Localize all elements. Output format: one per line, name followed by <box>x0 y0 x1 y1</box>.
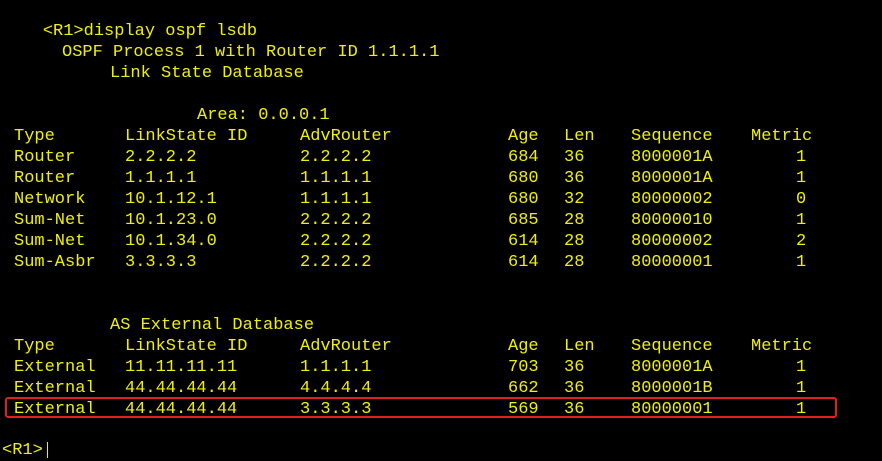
table-row: Sum-Asbr 3.3.3.3 2.2.2.2 614 28 80000001… <box>0 252 882 273</box>
column-header-age: Age <box>508 127 539 146</box>
cell-sequence: 80000002 <box>631 232 713 251</box>
cell-type: External <box>14 379 96 398</box>
cell-len: 28 <box>564 211 585 230</box>
external-table-header: Type LinkState ID AdvRouter Age Len Sequ… <box>0 336 882 357</box>
column-header-metric: Metric <box>751 127 813 146</box>
cell-advrouter: 2.2.2.2 <box>300 253 372 272</box>
cell-len: 36 <box>564 148 585 167</box>
cell-sequence: 8000001B <box>631 379 713 398</box>
cell-metric: 2 <box>796 232 807 251</box>
cell-linkstate-id: 11.11.11.11 <box>125 358 238 377</box>
cell-age: 614 <box>508 253 539 272</box>
cell-metric: 0 <box>796 190 807 209</box>
column-header-linkstate-id: LinkState ID <box>125 127 248 146</box>
cell-len: 36 <box>564 358 585 377</box>
cell-linkstate-id: 10.1.23.0 <box>125 211 217 230</box>
column-header-sequence: Sequence <box>631 127 713 146</box>
column-header-age: Age <box>508 337 539 356</box>
cell-age: 685 <box>508 211 539 230</box>
cell-type: Sum-Net <box>14 211 86 230</box>
cell-metric: 1 <box>796 253 807 272</box>
cell-advrouter: 4.4.4.4 <box>300 379 372 398</box>
external-database-title: AS External Database <box>110 316 315 335</box>
cell-metric: 1 <box>796 379 807 398</box>
column-header-advrouter: AdvRouter <box>300 127 392 146</box>
cell-linkstate-id: 2.2.2.2 <box>125 148 197 167</box>
cell-sequence: 8000001A <box>631 148 713 167</box>
cell-len: 36 <box>564 379 585 398</box>
cell-type: External <box>14 358 96 377</box>
cell-metric: 1 <box>796 148 807 167</box>
cell-len: 28 <box>564 232 585 251</box>
cell-type: Router <box>14 148 76 167</box>
cell-len: 28 <box>564 253 585 272</box>
cell-age: 614 <box>508 232 539 251</box>
cell-sequence: 80000010 <box>631 211 713 230</box>
area-label: Area: 0.0.0.1 <box>197 106 330 125</box>
cell-metric: 1 <box>796 169 807 188</box>
cell-metric: 1 <box>796 358 807 377</box>
cell-advrouter: 2.2.2.2 <box>300 232 372 251</box>
table-row: Sum-Net 10.1.34.0 2.2.2.2 614 28 8000000… <box>0 231 882 252</box>
database-title: Link State Database <box>110 64 304 83</box>
cell-linkstate-id: 3.3.3.3 <box>125 253 197 272</box>
table-row: Router 2.2.2.2 2.2.2.2 684 36 8000001A 1 <box>0 147 882 168</box>
column-header-len: Len <box>564 337 595 356</box>
column-header-advrouter: AdvRouter <box>300 337 392 356</box>
table-row: Network 10.1.12.1 1.1.1.1 680 32 8000000… <box>0 189 882 210</box>
cell-type: Network <box>14 190 86 209</box>
command-text: display ospf lsdb <box>83 22 258 41</box>
cell-len: 32 <box>564 190 585 209</box>
cell-linkstate-id: 10.1.34.0 <box>125 232 217 251</box>
command-line: <R1>display ospf lsdb <box>2 0 257 41</box>
column-header-sequence: Sequence <box>631 337 713 356</box>
table-row: Router 1.1.1.1 1.1.1.1 680 36 8000001A 1 <box>0 168 882 189</box>
cell-sequence: 8000001A <box>631 358 713 377</box>
column-header-len: Len <box>564 127 595 146</box>
cell-advrouter: 1.1.1.1 <box>300 190 372 209</box>
column-header-metric: Metric <box>751 337 813 356</box>
terminal-window[interactable]: <R1>display ospf lsdb OSPF Process 1 wit… <box>0 0 882 460</box>
prompt: <R1> <box>42 22 84 41</box>
cell-age: 680 <box>508 190 539 209</box>
cell-age: 680 <box>508 169 539 188</box>
cell-sequence: 80000002 <box>631 190 713 209</box>
cell-age: 703 <box>508 358 539 377</box>
cell-age: 662 <box>508 379 539 398</box>
cell-sequence: 80000001 <box>631 253 713 272</box>
highlight-annotation-box <box>5 397 837 418</box>
cell-type: Router <box>14 169 76 188</box>
cell-age: 684 <box>508 148 539 167</box>
cell-type: Sum-Asbr <box>14 253 96 272</box>
column-header-type: Type <box>14 127 55 146</box>
cell-advrouter: 1.1.1.1 <box>300 358 372 377</box>
cell-advrouter: 2.2.2.2 <box>300 211 372 230</box>
cell-advrouter: 1.1.1.1 <box>300 169 372 188</box>
table-row: External 11.11.11.11 1.1.1.1 703 36 8000… <box>0 357 882 378</box>
column-header-linkstate-id: LinkState ID <box>125 337 248 356</box>
cell-type: Sum-Net <box>14 232 86 251</box>
area-table-header: Type LinkState ID AdvRouter Age Len Sequ… <box>0 126 882 147</box>
text-cursor <box>47 442 48 458</box>
table-row: Sum-Net 10.1.23.0 2.2.2.2 685 28 8000001… <box>0 210 882 231</box>
table-row: External 44.44.44.44 4.4.4.4 662 36 8000… <box>0 378 882 399</box>
cell-linkstate-id: 10.1.12.1 <box>125 190 217 209</box>
process-line: OSPF Process 1 with Router ID 1.1.1.1 <box>62 43 440 62</box>
cell-len: 36 <box>564 169 585 188</box>
column-header-type: Type <box>14 337 55 356</box>
cell-linkstate-id: 1.1.1.1 <box>125 169 197 188</box>
final-prompt: <R1> <box>2 441 43 460</box>
cell-advrouter: 2.2.2.2 <box>300 148 372 167</box>
cell-linkstate-id: 44.44.44.44 <box>125 379 238 398</box>
cell-metric: 1 <box>796 211 807 230</box>
cell-sequence: 8000001A <box>631 169 713 188</box>
